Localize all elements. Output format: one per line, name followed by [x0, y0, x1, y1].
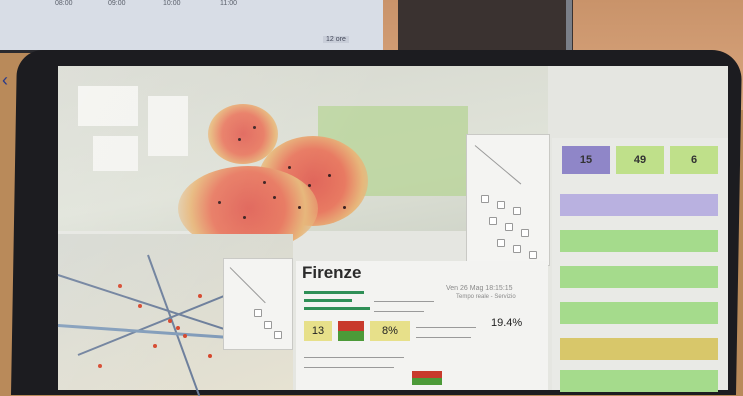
status-bar: [560, 302, 718, 324]
kpi-box: 6: [670, 146, 718, 174]
status-bar: [560, 266, 718, 288]
text-line: [374, 311, 424, 312]
text-line: [416, 337, 471, 338]
scatter-plot: [466, 134, 550, 266]
sensor-point[interactable]: [298, 206, 301, 209]
event-marker[interactable]: [98, 364, 102, 368]
chevron-left-icon[interactable]: ‹: [2, 70, 8, 91]
sensor-point[interactable]: [273, 196, 276, 199]
event-marker[interactable]: [138, 304, 142, 308]
dashboard-screen: 15 49 6 Firenze Ven 26 Mag 18:15:15 Temp…: [57, 66, 728, 396]
scatter-point: [481, 195, 489, 203]
scatter-point: [513, 207, 521, 215]
map-block: [93, 136, 138, 171]
trend-line: [474, 145, 522, 185]
trend-line: [229, 267, 266, 304]
kpi-box: 15: [562, 146, 610, 174]
sensor-point[interactable]: [238, 138, 241, 141]
text-line: [374, 301, 434, 302]
scatter-point: [489, 217, 497, 225]
map-block: [78, 86, 138, 126]
event-marker[interactable]: [168, 319, 172, 323]
progress-line: [304, 307, 370, 310]
flag-icon: [338, 321, 364, 341]
scatter-point: [529, 251, 537, 259]
percentage-value: 19.4%: [491, 317, 523, 329]
city-title: Firenze: [302, 263, 362, 282]
map-block: [148, 96, 188, 156]
source-label: Tempo reale - Servizio: [456, 294, 516, 300]
kpi-box: 8%: [370, 321, 410, 341]
status-bar: [560, 370, 718, 392]
sensor-point[interactable]: [328, 174, 331, 177]
time-tick: 08:00: [55, 0, 73, 7]
city-summary-panel: Firenze Ven 26 Mag 18:15:15 Tempo reale …: [296, 261, 548, 390]
sensor-point[interactable]: [263, 181, 266, 184]
status-bar: [560, 194, 718, 216]
event-marker[interactable]: [198, 294, 202, 298]
progress-line: [304, 299, 352, 302]
kpi-box: 49: [616, 146, 664, 174]
event-marker[interactable]: [153, 344, 157, 348]
flag-icon: [412, 371, 442, 385]
scatter-point: [274, 331, 282, 339]
scatter-point: [497, 239, 505, 247]
zoom-range-button[interactable]: 12 ore: [323, 36, 349, 43]
text-line: [416, 327, 476, 328]
status-bar: [560, 338, 718, 360]
event-marker[interactable]: [176, 326, 180, 330]
date-label: Ven 26 Mag 18:15:15: [446, 285, 513, 292]
background-monitor-screen: 08:00 09:00 10:00 11:00 12 ore: [0, 0, 383, 53]
time-tick: 09:00: [108, 0, 126, 7]
event-marker[interactable]: [118, 284, 122, 288]
text-line: [304, 367, 394, 368]
scatter-point: [521, 229, 529, 237]
scatter-point: [513, 245, 521, 253]
progress-line: [304, 291, 364, 294]
scatter-point: [254, 309, 262, 317]
sensor-point[interactable]: [218, 201, 221, 204]
sensor-point[interactable]: [288, 166, 291, 169]
kpi-box: 13: [304, 321, 332, 341]
time-tick: 11:00: [220, 0, 237, 7]
status-bar: [560, 230, 718, 252]
text-line: [304, 357, 404, 358]
sensor-point[interactable]: [343, 206, 346, 209]
scatter-point: [264, 321, 272, 329]
time-tick: 10:00: [163, 0, 181, 7]
sensor-point[interactable]: [308, 184, 311, 187]
sensor-point[interactable]: [253, 126, 256, 129]
sensor-point[interactable]: [243, 216, 246, 219]
scatter-point: [505, 223, 513, 231]
scatter-plot: [223, 258, 293, 350]
event-marker[interactable]: [208, 354, 212, 358]
scatter-point: [497, 201, 505, 209]
kpi-side-panel: 15 49 6: [552, 138, 728, 392]
map-road: [147, 254, 201, 396]
event-marker[interactable]: [183, 334, 187, 338]
